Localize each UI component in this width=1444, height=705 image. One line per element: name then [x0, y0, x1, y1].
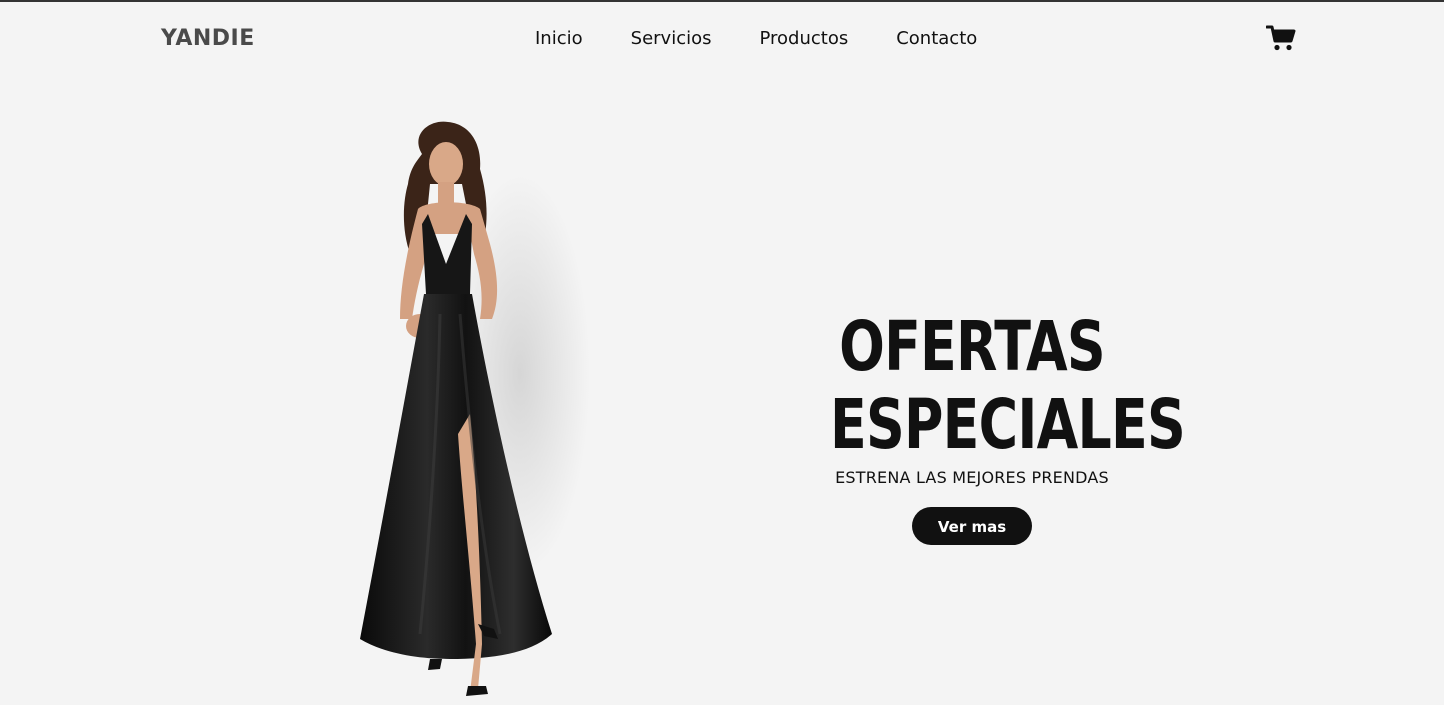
main-nav: Inicio Servicios Productos Contacto — [535, 28, 977, 49]
hero-title-line1: OFERTAS — [839, 307, 1106, 387]
nav-link-inicio[interactable]: Inicio — [535, 28, 583, 49]
site-header: YANDIE Inicio Servicios Productos Contac… — [0, 2, 1444, 80]
ver-mas-button[interactable]: Ver mas — [912, 507, 1032, 545]
nav-link-productos[interactable]: Productos — [759, 28, 848, 49]
model-black-dress-image — [330, 114, 600, 701]
hero-subtitle: ESTRENA LAS MEJORES PRENDAS — [835, 468, 1109, 487]
site-logo[interactable]: YANDIE — [161, 26, 255, 51]
nav-link-servicios[interactable]: Servicios — [631, 28, 712, 49]
hero-title-line2: ESPECIALES — [830, 385, 1186, 465]
nav-link-contacto[interactable]: Contacto — [896, 28, 977, 49]
hero-title: OFERTAS ESPECIALES — [830, 307, 1186, 464]
hero-section: OFERTAS ESPECIALES ESTRENA LAS MEJORES P… — [790, 307, 1186, 545]
shopping-cart-icon[interactable] — [1265, 24, 1296, 52]
